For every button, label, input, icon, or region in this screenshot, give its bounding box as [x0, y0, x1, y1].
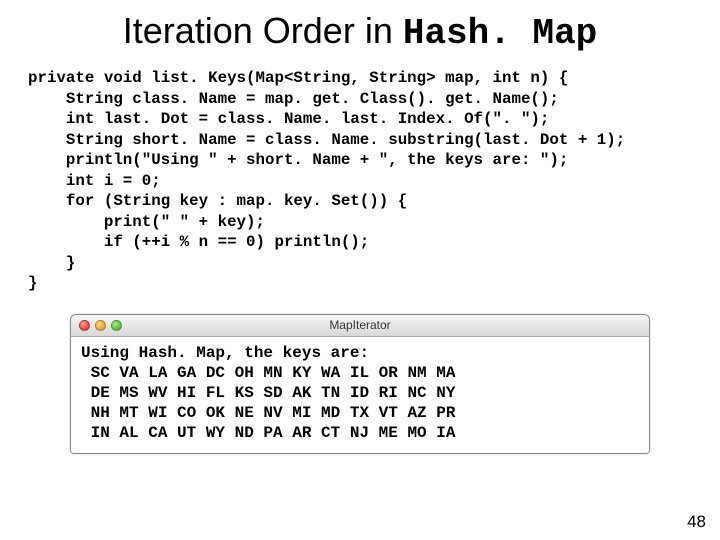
code-block: private void list. Keys(Map<String, Stri…: [28, 68, 692, 294]
title-mono: Hash. Map: [403, 13, 597, 54]
slide-title: Iteration Order in Hash. Map: [28, 10, 692, 54]
close-icon[interactable]: [79, 320, 90, 331]
zoom-icon[interactable]: [111, 320, 122, 331]
terminal-window: MapIterator Using Hash. Map, the keys ar…: [70, 314, 650, 454]
page-number: 48: [687, 512, 706, 532]
terminal-titlebar: MapIterator: [71, 315, 649, 337]
minimize-icon[interactable]: [95, 320, 106, 331]
terminal-output: Using Hash. Map, the keys are: SC VA LA …: [71, 337, 649, 453]
terminal-title: MapIterator: [71, 318, 649, 332]
title-text: Iteration Order in: [123, 10, 403, 51]
slide: Iteration Order in Hash. Map private voi…: [0, 0, 720, 540]
traffic-lights: [71, 320, 122, 331]
